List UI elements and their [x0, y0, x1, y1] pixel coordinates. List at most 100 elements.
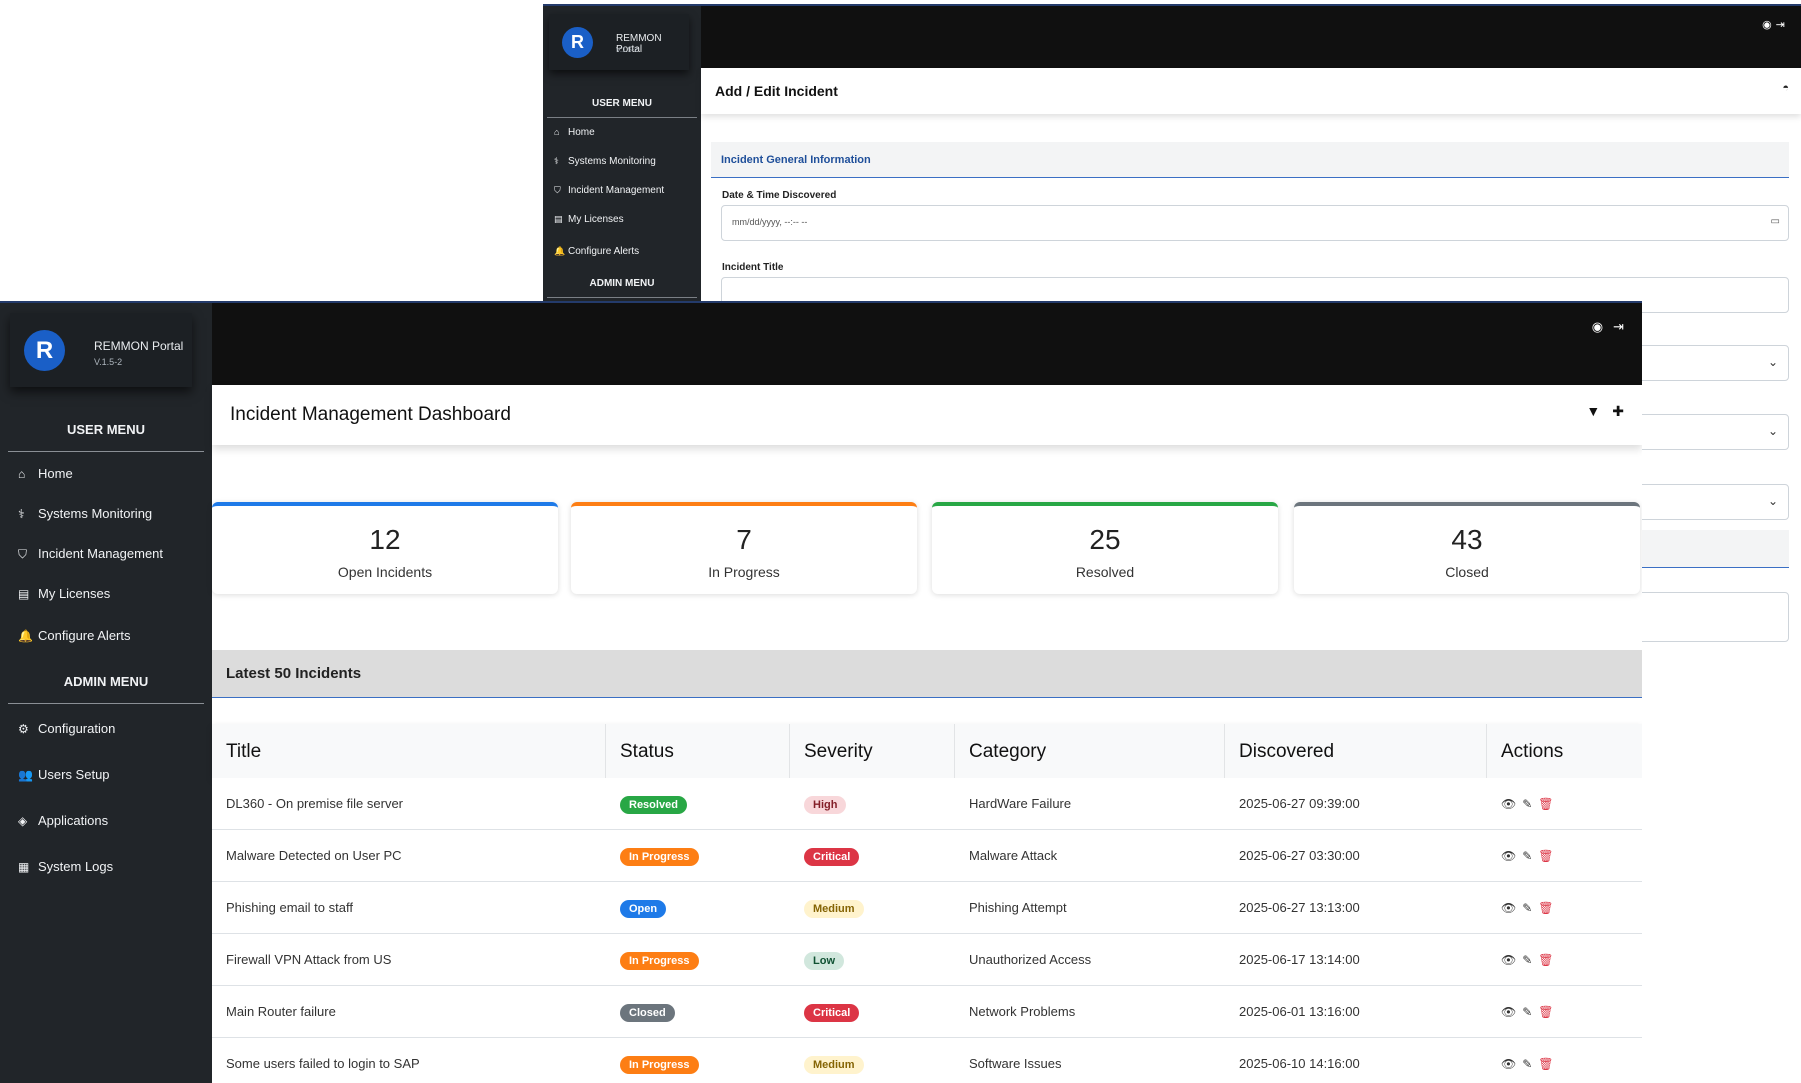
sidebar-item-configuration[interactable]: ⚙ Configuration: [18, 721, 115, 736]
trash-icon[interactable]: 🗑: [1538, 1057, 1553, 1071]
bg-user-menu-title: USER MENU: [591, 98, 652, 109]
cell-actions: 👁 ✎ 🗑: [1487, 934, 1574, 986]
stat-card-resolved[interactable]: 25 Resolved: [932, 502, 1278, 594]
table-row[interactable]: Main Router failure Closed Critical Network…: [212, 986, 1642, 1038]
column-header-severity[interactable]: Severity: [790, 724, 955, 778]
calendar-icon[interactable]: ▭: [1771, 216, 1780, 227]
sidebar-item-label: Applications: [38, 813, 109, 828]
bg-topbar-icons: ◉⇥: [1762, 18, 1789, 31]
date-time-input[interactable]: mm/dd/yyyy, --:-- -- ▭: [721, 205, 1789, 241]
date-label: Date & Time Discovered: [722, 190, 837, 201]
sidebar-item-users-setup[interactable]: 👥 Users Setup: [18, 767, 110, 782]
cell-category: Malware Attack: [969, 848, 1058, 863]
cell-severity: Medium: [790, 1038, 878, 1083]
cell-severity: Medium: [790, 882, 878, 934]
topbar: ◉ ⇥: [212, 303, 1642, 385]
eye-icon[interactable]: 👁: [1501, 797, 1516, 811]
edit-icon[interactable]: ✎: [1522, 901, 1532, 915]
cell-category: Software Issues: [969, 1056, 1062, 1071]
table-row[interactable]: DL360 - On premise file server Resolved Hi…: [212, 778, 1642, 830]
bg-brand-logo[interactable]: R REMMON Portal V.1.5-2: [549, 14, 689, 70]
brand-logo-icon: R: [24, 330, 65, 371]
table-row[interactable]: Phishing email to staff Open Medium Phishin…: [212, 882, 1642, 934]
sidebar-item-label: Configuration: [38, 721, 116, 736]
section-header: [1623, 530, 1789, 568]
eye-icon[interactable]: 👁: [1501, 901, 1516, 915]
stat-card-closed[interactable]: 43 Closed: [1294, 502, 1640, 594]
severity-badge: High: [804, 796, 847, 814]
trash-icon[interactable]: 🗑: [1538, 953, 1553, 967]
title-label: Incident Title: [722, 262, 784, 273]
sidebar-item-my-licenses[interactable]: ▤ My Licenses: [18, 586, 110, 601]
sign-out-icon[interactable]: ⇥: [1613, 319, 1624, 334]
cell-actions: 👁 ✎ 🗑: [1487, 1038, 1574, 1083]
select-field[interactable]: ⌄: [1623, 484, 1789, 520]
sidebar-item-label: Systems Monitoring: [568, 156, 656, 167]
select-field[interactable]: ⌄: [1623, 414, 1789, 450]
id-card-icon: ▤: [18, 587, 30, 601]
cell-discovered: 2025-06-27 13:13:00: [1239, 900, 1360, 915]
sidebar-item-home[interactable]: ⌂ Home: [18, 466, 73, 481]
stethoscope-icon: ⚕: [18, 507, 25, 521]
status-badge: In Progress: [620, 952, 699, 970]
stat-value: 25: [1089, 524, 1121, 555]
table-row[interactable]: Some users failed to login to SAP In Prog…: [212, 1038, 1642, 1083]
cell-discovered: 2025-06-27 03:30:00: [1239, 848, 1360, 863]
cell-severity: Low: [790, 934, 858, 986]
column-header-title[interactable]: Title: [212, 724, 606, 778]
eye-icon[interactable]: 👁: [1501, 849, 1516, 863]
column-header-category[interactable]: Category: [955, 724, 1225, 778]
trash-icon[interactable]: 🗑: [1538, 1005, 1553, 1019]
bg-sidebar-item-incident-management[interactable]: ⛉ Incident Management: [554, 185, 664, 196]
cell-status: In Progress: [606, 934, 713, 986]
bg-sidebar-item-my-licenses[interactable]: ▤ My Licenses: [554, 214, 624, 225]
trash-icon[interactable]: 🗑: [1538, 797, 1553, 811]
stethoscope-icon: ⚕: [554, 156, 559, 166]
brand-logo[interactable]: R REMMON Portal V.1.5-2: [10, 313, 192, 387]
eye-icon[interactable]: 👁: [1501, 1005, 1516, 1019]
edit-icon[interactable]: ✎: [1522, 953, 1532, 967]
cell-category: Phishing Attempt: [969, 900, 1067, 915]
cell-title: Firewall VPN Attack from US: [226, 952, 392, 967]
table-row[interactable]: Malware Detected on User PC In Progress Cr…: [212, 830, 1642, 882]
select-field[interactable]: ⌄: [1623, 345, 1789, 381]
stat-card-in-progress[interactable]: 7 In Progress: [571, 502, 917, 594]
user-circle-icon[interactable]: ◉: [1762, 19, 1776, 31]
dashboard-icon[interactable]: ◓: [1782, 82, 1789, 94]
bg-sidebar-item-home[interactable]: ⌂ Home: [554, 127, 595, 138]
stat-card-open[interactable]: 12 Open Incidents: [212, 502, 558, 594]
sidebar-item-label: My Licenses: [38, 586, 111, 601]
eye-icon[interactable]: 👁: [1501, 1057, 1516, 1071]
sidebar-item-system-logs[interactable]: ▦ System Logs: [18, 859, 113, 874]
edit-icon[interactable]: ✎: [1522, 797, 1532, 811]
bg-sidebar-item-configure-alerts[interactable]: 🔔 Configure Alerts: [554, 246, 639, 257]
stat-label: Resolved: [1075, 564, 1135, 580]
sidebar-item-label: Incident Management: [38, 546, 164, 561]
user-circle-icon[interactable]: ◉: [1592, 319, 1603, 334]
edit-icon[interactable]: ✎: [1522, 1005, 1532, 1019]
sidebar-item-label: Incident Management: [568, 185, 665, 196]
sidebar-item-applications[interactable]: ◈ Applications: [18, 813, 108, 828]
column-header-discovered[interactable]: Discovered: [1225, 724, 1487, 778]
edit-icon[interactable]: ✎: [1522, 1057, 1532, 1071]
page-title: Incident Management Dashboard: [230, 404, 511, 425]
status-badge: Open: [620, 900, 667, 918]
sidebar-item-systems-monitoring[interactable]: ⚕ Systems Monitoring: [18, 506, 152, 521]
sidebar-item-incident-management[interactable]: ⛉ Incident Management: [18, 546, 163, 562]
sidebar-item-configure-alerts[interactable]: 🔔 Configure Alerts: [18, 628, 131, 643]
filter-icon[interactable]: ▼: [1586, 403, 1600, 419]
brand-name: REMMON Portal: [94, 339, 184, 353]
eye-icon[interactable]: 👁: [1501, 953, 1516, 967]
section-title: Incident General Information: [721, 154, 871, 166]
edit-icon[interactable]: ✎: [1522, 849, 1532, 863]
textarea-field[interactable]: [1623, 592, 1789, 642]
cell-status: Closed: [606, 986, 689, 1038]
plus-icon[interactable]: ✚: [1612, 403, 1624, 419]
trash-icon[interactable]: 🗑: [1538, 901, 1553, 915]
table-row[interactable]: Firewall VPN Attack from US In Progress Lo…: [212, 934, 1642, 986]
column-header-status[interactable]: Status: [606, 724, 790, 778]
sign-out-icon[interactable]: ⇥: [1776, 19, 1789, 31]
trash-icon[interactable]: 🗑: [1538, 849, 1553, 863]
cell-status: Open: [606, 882, 680, 934]
bg-sidebar-item-systems-monitoring[interactable]: ⚕ Systems Monitoring: [554, 156, 656, 167]
